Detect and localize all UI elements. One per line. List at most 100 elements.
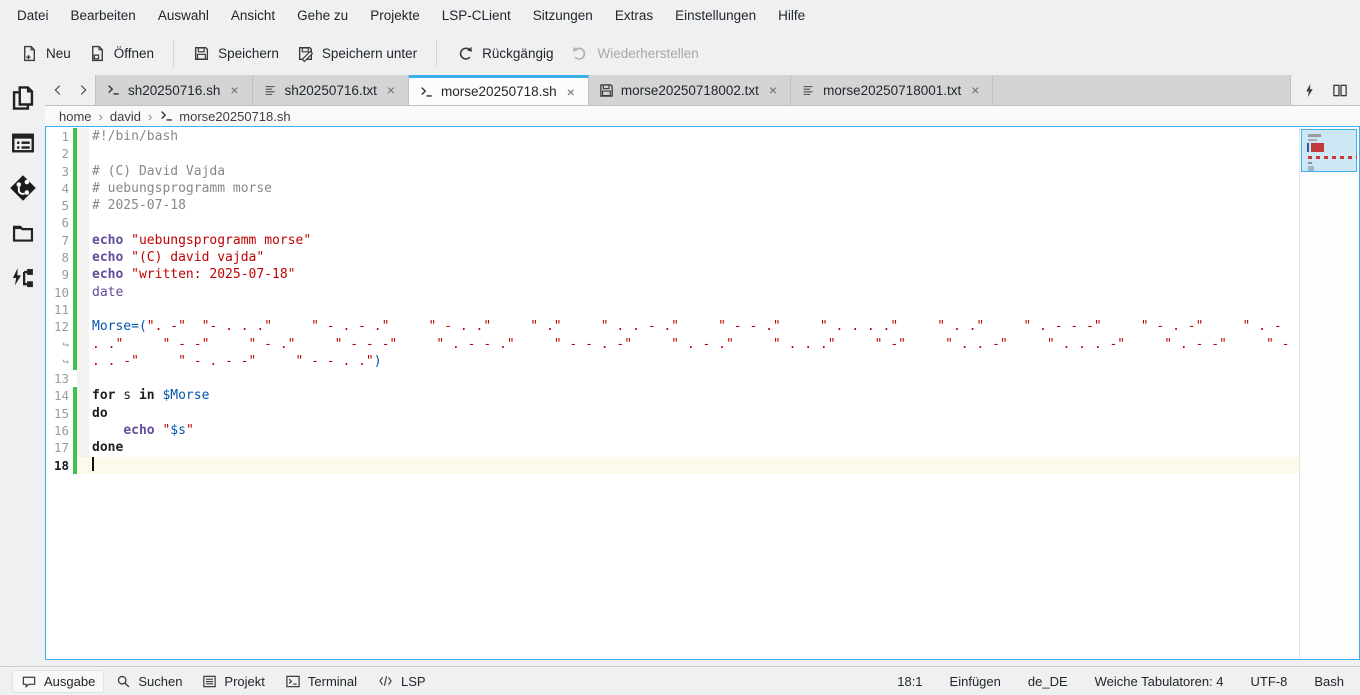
tab-close-icon[interactable]: × <box>564 84 578 100</box>
r-ckg-ngig-button[interactable]: Rückgängig <box>447 39 562 68</box>
statusbar-encoding[interactable]: UTF-8 <box>1251 674 1288 689</box>
tab-actions <box>1290 75 1360 105</box>
breadcrumb-home[interactable]: home <box>59 109 92 124</box>
save-icon <box>193 45 210 62</box>
tab-back-button[interactable] <box>45 75 70 105</box>
tab-close-icon[interactable]: × <box>968 82 982 98</box>
sidebar-tool-documents[interactable] <box>5 81 41 115</box>
line-number: 2 <box>46 145 73 162</box>
button-label: Neu <box>46 46 71 61</box>
tab-sh20250716-sh[interactable]: sh20250716.sh× <box>96 75 253 105</box>
code-line <box>89 457 1299 474</box>
editor-row: ↪. ." " - -" " - ." " - - -" " . - - ." … <box>46 336 1299 353</box>
tab-close-icon[interactable]: × <box>766 82 780 98</box>
line-number: 13 <box>46 370 73 387</box>
left-sidebar <box>0 75 45 660</box>
folding-strip <box>77 405 89 422</box>
statusbar-output-toggle[interactable]: Ausgabe <box>12 670 104 693</box>
editor-row: 12Morse=(". -" "- . . ." " - . - ." " - … <box>46 318 1299 335</box>
folding-strip <box>77 387 89 404</box>
statusbar-cursor-position[interactable]: 18:1 <box>897 674 922 689</box>
breadcrumb-david[interactable]: david <box>110 109 141 124</box>
tab-morse20250718002-txt[interactable]: morse20250718002.txt× <box>589 75 791 105</box>
sidebar-tool-git[interactable] <box>5 171 41 205</box>
folding-strip <box>77 197 89 214</box>
wiederherstellen-button[interactable]: Wiederherstellen <box>562 39 707 68</box>
menu-projekte[interactable]: Projekte <box>359 4 431 27</box>
code-line: date <box>89 284 1299 301</box>
tab-label: morse20250718001.txt <box>823 83 961 98</box>
minimap-viewport[interactable] <box>1301 129 1357 172</box>
editor-row: 8echo "(C) david vajda" <box>46 249 1299 266</box>
breadcrumb-separator: › <box>148 109 152 124</box>
tab-morse20250718001-txt[interactable]: morse20250718001.txt × <box>791 75 993 105</box>
statusbar-tab-settings[interactable]: Weiche Tabulatoren: 4 <box>1095 674 1224 689</box>
button-label: Speichern unter <box>322 46 417 61</box>
menu-extras[interactable]: Extras <box>604 4 664 27</box>
editor-frame: 1#!/bin/bash23# (C) David Vajda4# uebung… <box>45 126 1360 660</box>
tab-list: sh20250716.sh×sh20250716.txt×morse202507… <box>95 75 1290 105</box>
sidebar-tool-filesystem[interactable] <box>5 216 41 250</box>
code-line: do <box>89 405 1299 422</box>
statusbar-search-toggle[interactable]: Suchen <box>108 671 190 692</box>
folding-strip <box>77 214 89 231</box>
button-label: Wiederherstellen <box>597 46 698 61</box>
code-line: . . -" " - . - -" " - - . .") <box>89 353 1299 370</box>
menu-datei[interactable]: Datei <box>6 4 60 27</box>
line-number: 11 <box>46 301 73 318</box>
text-file-icon <box>263 84 278 97</box>
menu-gehe-zu[interactable]: Gehe zu <box>286 4 359 27</box>
editor-row: 10date <box>46 284 1299 301</box>
ffnen-button[interactable]: Öffnen <box>80 39 163 68</box>
tab-close-icon[interactable]: × <box>384 82 398 98</box>
minimap-scrollbar[interactable] <box>1299 127 1359 659</box>
line-number: 8 <box>46 249 73 266</box>
tab-close-icon[interactable]: × <box>227 82 241 98</box>
line-number: 7 <box>46 232 73 249</box>
git-icon <box>9 174 37 202</box>
menu-ansicht[interactable]: Ansicht <box>220 4 286 27</box>
menu-einstellungen[interactable]: Einstellungen <box>664 4 767 27</box>
statusbar-lsp-toggle[interactable]: LSP <box>369 671 434 692</box>
editor-row: 9echo "written: 2025-07-18" <box>46 266 1299 283</box>
list-panel-icon <box>10 131 36 155</box>
split-view-icon[interactable] <box>1332 83 1348 98</box>
folding-strip <box>77 457 89 474</box>
undo-icon <box>456 45 474 62</box>
speichern-unter-button[interactable]: Speichern unter <box>288 39 426 68</box>
text-editor[interactable]: 1#!/bin/bash23# (C) David Vajda4# uebung… <box>46 127 1299 659</box>
statusbar-project-toggle[interactable]: Projekt <box>194 671 272 692</box>
statusbar-insert-mode[interactable]: Einfügen <box>950 674 1001 689</box>
breadcrumb-separator: › <box>99 109 103 124</box>
breadcrumb-morse20250718-sh[interactable]: morse20250718.sh <box>159 109 290 124</box>
folding-strip <box>77 439 89 456</box>
statusbar-syntax-mode[interactable]: Bash <box>1314 674 1344 689</box>
statusbar-dictionary[interactable]: de_DE <box>1028 674 1068 689</box>
menu-hilfe[interactable]: Hilfe <box>767 4 816 27</box>
line-number: 3 <box>46 163 73 180</box>
sidebar-tool-symbols[interactable] <box>5 126 41 160</box>
line-number: 5 <box>46 197 73 214</box>
breadcrumb-label: morse20250718.sh <box>179 109 290 124</box>
folder-icon <box>10 222 36 244</box>
button-label: Rückgängig <box>482 46 553 61</box>
tab-forward-button[interactable] <box>70 75 95 105</box>
quick-open-lightning-icon[interactable] <box>1303 83 1316 98</box>
menu-lsp-client[interactable]: LSP-CLient <box>431 4 522 27</box>
editor-row: 16 echo "$s" <box>46 422 1299 439</box>
tab-sh20250716-txt[interactable]: sh20250716.txt× <box>253 75 410 105</box>
editor-row: 14for s in $Morse <box>46 387 1299 404</box>
save-as-icon <box>297 45 314 62</box>
menu-bearbeiten[interactable]: Bearbeiten <box>60 4 147 27</box>
menu-auswahl[interactable]: Auswahl <box>147 4 220 27</box>
sidebar-tool-diagnostics[interactable] <box>5 261 41 295</box>
code-line: Morse=(". -" "- . . ." " - . - ." " - . … <box>89 318 1299 335</box>
tab-morse20250718-sh[interactable]: morse20250718.sh× <box>409 75 589 105</box>
breadcrumb-label: home <box>59 109 92 124</box>
folding-strip <box>77 336 89 353</box>
statusbar-terminal-toggle[interactable]: Terminal <box>277 671 365 692</box>
neu-button[interactable]: Neu <box>12 39 80 68</box>
menu-sitzungen[interactable]: Sitzungen <box>522 4 604 27</box>
statusbar-label: Projekt <box>224 674 264 689</box>
speichern-button[interactable]: Speichern <box>184 39 288 68</box>
